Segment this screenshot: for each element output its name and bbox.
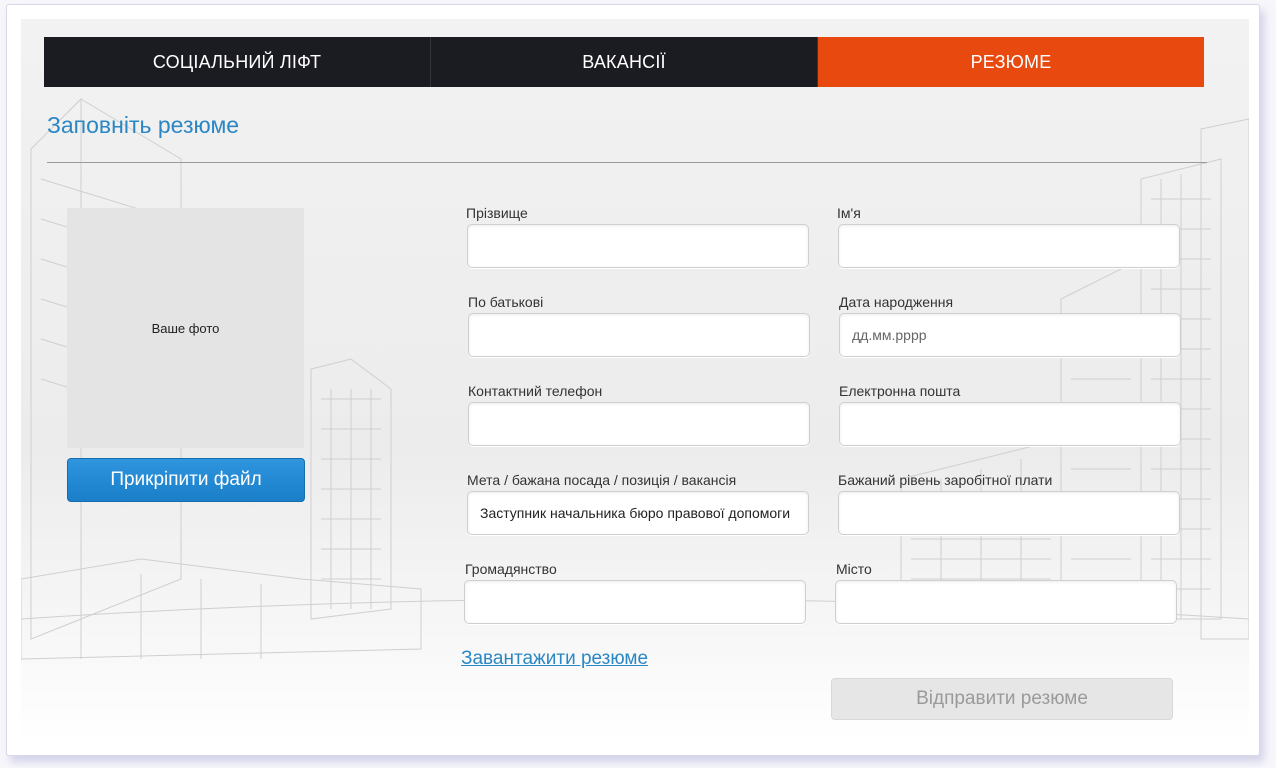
birth-date-label: Дата народження bbox=[839, 294, 954, 310]
page-frame: СОЦІАЛЬНИЙ ЛІФТ ВАКАНСІЇ РЕЗЮМЕ Заповніт… bbox=[6, 4, 1260, 756]
photo-placeholder: Ваше фото bbox=[67, 208, 304, 448]
email-label: Електронна пошта bbox=[839, 383, 961, 399]
position-input[interactable] bbox=[467, 491, 809, 535]
phone-input[interactable] bbox=[468, 402, 810, 446]
surname-input[interactable] bbox=[467, 224, 809, 268]
attach-file-button[interactable]: Прикріпити файл bbox=[67, 458, 305, 502]
tab-vacancies[interactable]: ВАКАНСІЇ bbox=[431, 37, 818, 87]
submit-resume-button[interactable]: Відправити резюме bbox=[831, 678, 1173, 720]
content-area: СОЦІАЛЬНИЙ ЛІФТ ВАКАНСІЇ РЕЗЮМЕ Заповніт… bbox=[21, 19, 1249, 741]
salary-label: Бажаний рівень заробітної плати bbox=[838, 472, 1053, 488]
city-label: Місто bbox=[836, 561, 872, 577]
page-title: Заповніть резюме bbox=[47, 112, 240, 138]
name-label: Ім'я bbox=[837, 205, 861, 221]
tab-social-lift[interactable]: СОЦІАЛЬНИЙ ЛІФТ bbox=[44, 37, 431, 87]
salary-input[interactable] bbox=[838, 491, 1180, 535]
email-input[interactable] bbox=[839, 402, 1181, 446]
patronymic-label: По батькові bbox=[468, 294, 544, 310]
tab-resume[interactable]: РЕЗЮМЕ bbox=[818, 37, 1204, 87]
citizenship-input[interactable] bbox=[464, 580, 806, 624]
download-resume-link[interactable]: Завантажити резюме bbox=[461, 648, 648, 670]
name-input[interactable] bbox=[838, 224, 1180, 268]
citizenship-label: Громадянство bbox=[465, 561, 557, 577]
position-label: Мета / бажана посада / позиція / вакансі… bbox=[467, 472, 737, 488]
birth-date-input[interactable] bbox=[839, 313, 1181, 357]
surname-label: Прізвище bbox=[466, 205, 528, 221]
main-navigation: СОЦІАЛЬНИЙ ЛІФТ ВАКАНСІЇ РЕЗЮМЕ bbox=[44, 37, 1204, 87]
city-input[interactable] bbox=[835, 580, 1177, 624]
phone-label: Контактний телефон bbox=[468, 383, 603, 399]
title-divider bbox=[47, 162, 1207, 163]
photo-placeholder-label: Ваше фото bbox=[151, 320, 220, 336]
patronymic-input[interactable] bbox=[468, 313, 810, 357]
